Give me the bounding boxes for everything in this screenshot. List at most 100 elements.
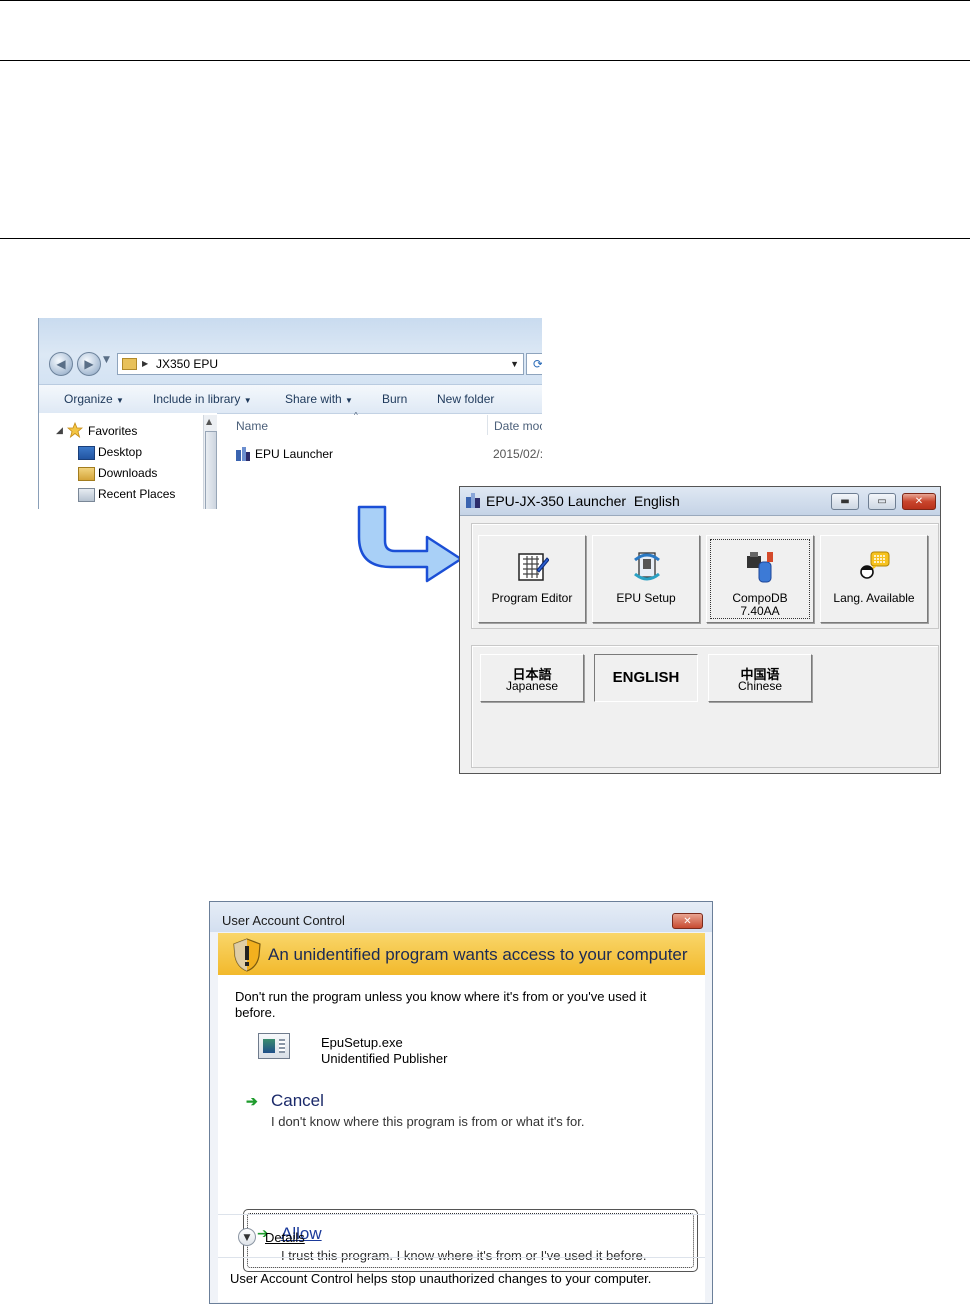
- nav-desktop[interactable]: Desktop: [98, 445, 142, 459]
- file-date: 2015/02/:: [493, 447, 542, 461]
- allow-option[interactable]: ➔ Allow I trust this program. I know whe…: [243, 1209, 698, 1272]
- allow-description: I trust this program. I know where it's …: [281, 1248, 647, 1263]
- chevron-down-icon: ▼: [243, 1233, 251, 1243]
- desktop-icon: [78, 446, 95, 460]
- organize-button[interactable]: Organize ▼: [64, 392, 124, 406]
- chinese-button[interactable]: 中国语 Chinese: [708, 654, 812, 702]
- uac-warning-banner: An unidentified program wants access to …: [218, 933, 705, 975]
- uac-titlebar[interactable]: User Account Control ✕: [210, 902, 712, 932]
- compodb-button[interactable]: CompoDB 7.40AA: [706, 535, 814, 623]
- history-dropdown-icon[interactable]: ▼: [103, 355, 110, 365]
- navigation-pane: ◢ Favorites Desktop Downloads Recent Pla…: [39, 413, 217, 509]
- breadcrumb-separator-icon: ▶: [142, 359, 149, 368]
- launcher-app-icon: [466, 493, 480, 508]
- scroll-thumb[interactable]: [205, 431, 217, 509]
- explorer-toolbar: Organize ▼ Include in library ▼ Share wi…: [39, 384, 542, 414]
- nav-scrollbar[interactable]: ▲: [203, 415, 217, 509]
- uac-divider: [218, 1214, 705, 1215]
- scroll-up-icon[interactable]: ▲: [206, 417, 212, 426]
- chevron-down-icon: ▼: [345, 396, 353, 405]
- minimize-button[interactable]: ▬: [831, 493, 859, 510]
- english-label: ENGLISH: [612, 669, 680, 686]
- uac-title: User Account Control: [222, 913, 345, 928]
- address-path: JX350 EPU: [156, 357, 219, 371]
- close-icon: ✕: [683, 916, 692, 927]
- sort-indicator-icon: ^: [354, 411, 358, 420]
- organize-label: Organize: [64, 392, 113, 406]
- close-button[interactable]: ✕: [902, 493, 936, 510]
- program-name: EpuSetup.exe: [321, 1035, 403, 1050]
- rule-top: [0, 0, 970, 1]
- japanese-label: Japanese: [505, 679, 559, 693]
- launcher-titlebar[interactable]: EPU-JX-350 Launcher English ▬ ▭ ✕: [460, 487, 940, 516]
- grid-pencil-icon: [518, 553, 549, 581]
- column-header-name[interactable]: Name: [236, 419, 268, 433]
- uac-message: Don't run the program unless you know wh…: [235, 989, 647, 1020]
- rule-lower: [0, 238, 970, 239]
- forward-button[interactable]: ▶: [77, 352, 101, 376]
- program-publisher: Unidentified Publisher: [321, 1051, 448, 1066]
- nav-favorites[interactable]: Favorites: [88, 424, 137, 438]
- rule-upper: [0, 60, 970, 61]
- setup-cube-icon: [634, 552, 660, 581]
- expand-favorites-icon[interactable]: ◢: [56, 425, 63, 436]
- program-editor-label: Program Editor: [491, 591, 573, 605]
- downloads-icon: [78, 467, 95, 481]
- uac-dialog: User Account Control ✕ An unidentified p…: [209, 901, 713, 1304]
- launcher-title: EPU-JX-350 Launcher English: [486, 493, 680, 509]
- burn-button[interactable]: Burn: [382, 392, 407, 406]
- nav-recent-places[interactable]: Recent Places: [98, 487, 175, 501]
- japanese-button[interactable]: 日本語 Japanese: [480, 654, 584, 702]
- explorer-header: ◀ ▶ ▼ ▶ JX350 EPU ▼ ⟳: [39, 318, 542, 384]
- speech-bubble-person-icon: [860, 551, 890, 579]
- program-editor-button[interactable]: Program Editor: [478, 535, 586, 623]
- launcher-window: EPU-JX-350 Launcher English ▬ ▭ ✕ Progra…: [459, 486, 941, 774]
- lang-available-label: Lang. Available: [833, 591, 915, 605]
- new-folder-button[interactable]: New folder: [437, 392, 494, 406]
- file-name: EPU Launcher: [255, 447, 334, 461]
- share-with-button[interactable]: Share with ▼: [285, 392, 353, 406]
- column-header-date[interactable]: Date moc: [494, 419, 542, 433]
- maximize-icon: ▭: [877, 496, 887, 507]
- uac-close-button[interactable]: ✕: [672, 913, 703, 929]
- cancel-option[interactable]: ➔ Cancel I don't know where this program…: [236, 1089, 696, 1129]
- folder-icon: [122, 358, 137, 370]
- close-icon: ✕: [914, 496, 924, 507]
- include-in-library-label: Include in library: [153, 392, 241, 406]
- compodb-label: CompoDB 7.40AA: [707, 592, 813, 618]
- compodb-label-line2: 7.40AA: [740, 604, 780, 618]
- curved-arrow-icon: [357, 505, 463, 583]
- details-expand-button[interactable]: ▼: [238, 1228, 256, 1246]
- program-info: EpuSetup.exe Unidentified Publisher: [321, 1035, 447, 1067]
- compodb-label-line1: CompoDB: [732, 591, 788, 605]
- english-button[interactable]: ENGLISH: [594, 654, 698, 702]
- address-bar[interactable]: ▶ JX350 EPU ▼: [117, 353, 524, 375]
- refresh-button[interactable]: ⟳: [526, 353, 542, 375]
- uac-heading: An unidentified program wants access to …: [268, 945, 688, 964]
- column-separator[interactable]: [487, 415, 488, 435]
- shield-warning-icon: [233, 938, 261, 972]
- launcher-app-icon: [236, 447, 250, 461]
- maximize-button[interactable]: ▭: [868, 493, 896, 510]
- launcher-title-text: EPU-JX-350 Launcher: [486, 493, 627, 509]
- address-dropdown-icon[interactable]: ▼: [510, 354, 519, 374]
- explorer-window: ◀ ▶ ▼ ▶ JX350 EPU ▼ ⟳ Organize ▼ Include…: [38, 318, 542, 509]
- epu-setup-button[interactable]: EPU Setup: [592, 535, 700, 623]
- chinese-label: Chinese: [737, 679, 783, 693]
- database-parts-icon: [747, 552, 773, 583]
- program-icon: [258, 1033, 290, 1059]
- details-label[interactable]: Details: [265, 1230, 305, 1245]
- cancel-description: I don't know where this program is from …: [271, 1114, 585, 1129]
- cancel-label: Cancel: [271, 1091, 324, 1110]
- nav-downloads[interactable]: Downloads: [98, 466, 157, 480]
- chevron-down-icon: ▼: [243, 396, 252, 405]
- include-in-library-button[interactable]: Include in library ▼: [153, 392, 252, 406]
- uac-footer: User Account Control helps stop unauthor…: [230, 1271, 652, 1286]
- back-button[interactable]: ◀: [49, 352, 73, 376]
- launcher-language: English: [633, 493, 680, 509]
- uac-body: Don't run the program unless you know wh…: [218, 975, 705, 1302]
- chevron-down-icon: ▼: [116, 396, 124, 405]
- epu-setup-label: EPU Setup: [616, 591, 676, 605]
- lang-available-button[interactable]: Lang. Available: [820, 535, 928, 623]
- star-icon: [67, 422, 83, 438]
